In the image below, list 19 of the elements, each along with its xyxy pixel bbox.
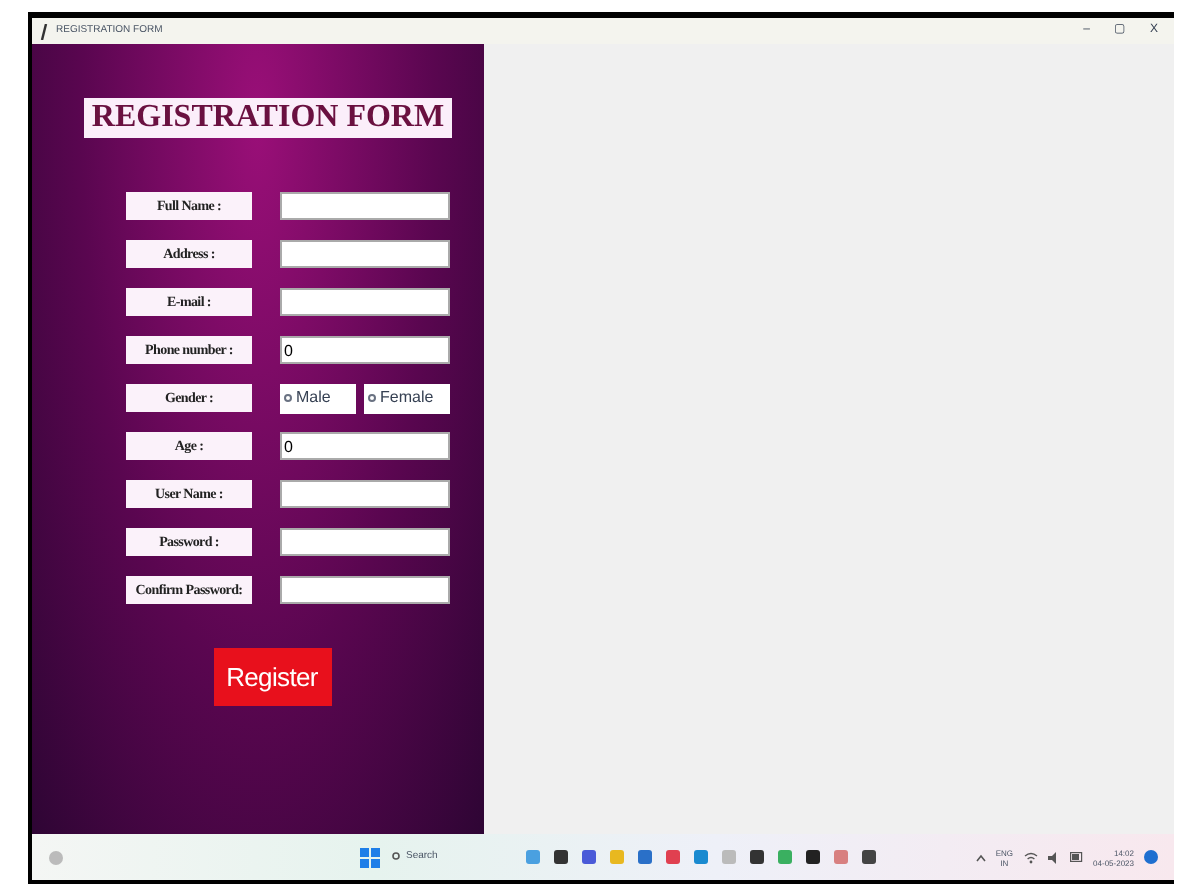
wifi-icon[interactable] — [1023, 851, 1038, 863]
windows-start-icon[interactable] — [360, 847, 380, 867]
notification-icon[interactable] — [1144, 850, 1158, 864]
input-field[interactable] — [280, 528, 450, 556]
input-field[interactable] — [280, 192, 450, 220]
input-field[interactable] — [280, 288, 450, 316]
search-icon — [392, 852, 402, 862]
radio-option[interactable]: Male — [280, 383, 356, 413]
input-field[interactable] — [280, 240, 450, 268]
form-heading: REGISTRATION FORM — [83, 98, 453, 138]
input-field[interactable]: 0 — [280, 432, 450, 460]
radio-option[interactable]: Female — [364, 383, 450, 413]
input-field[interactable] — [280, 480, 450, 508]
register-button[interactable]: Register — [213, 648, 331, 706]
input-field[interactable] — [280, 576, 450, 604]
chevron-up-icon[interactable] — [975, 853, 986, 861]
speaker-icon[interactable] — [1047, 851, 1060, 863]
battery-icon[interactable] — [1069, 852, 1084, 862]
input-field[interactable]: 0 — [280, 336, 450, 364]
